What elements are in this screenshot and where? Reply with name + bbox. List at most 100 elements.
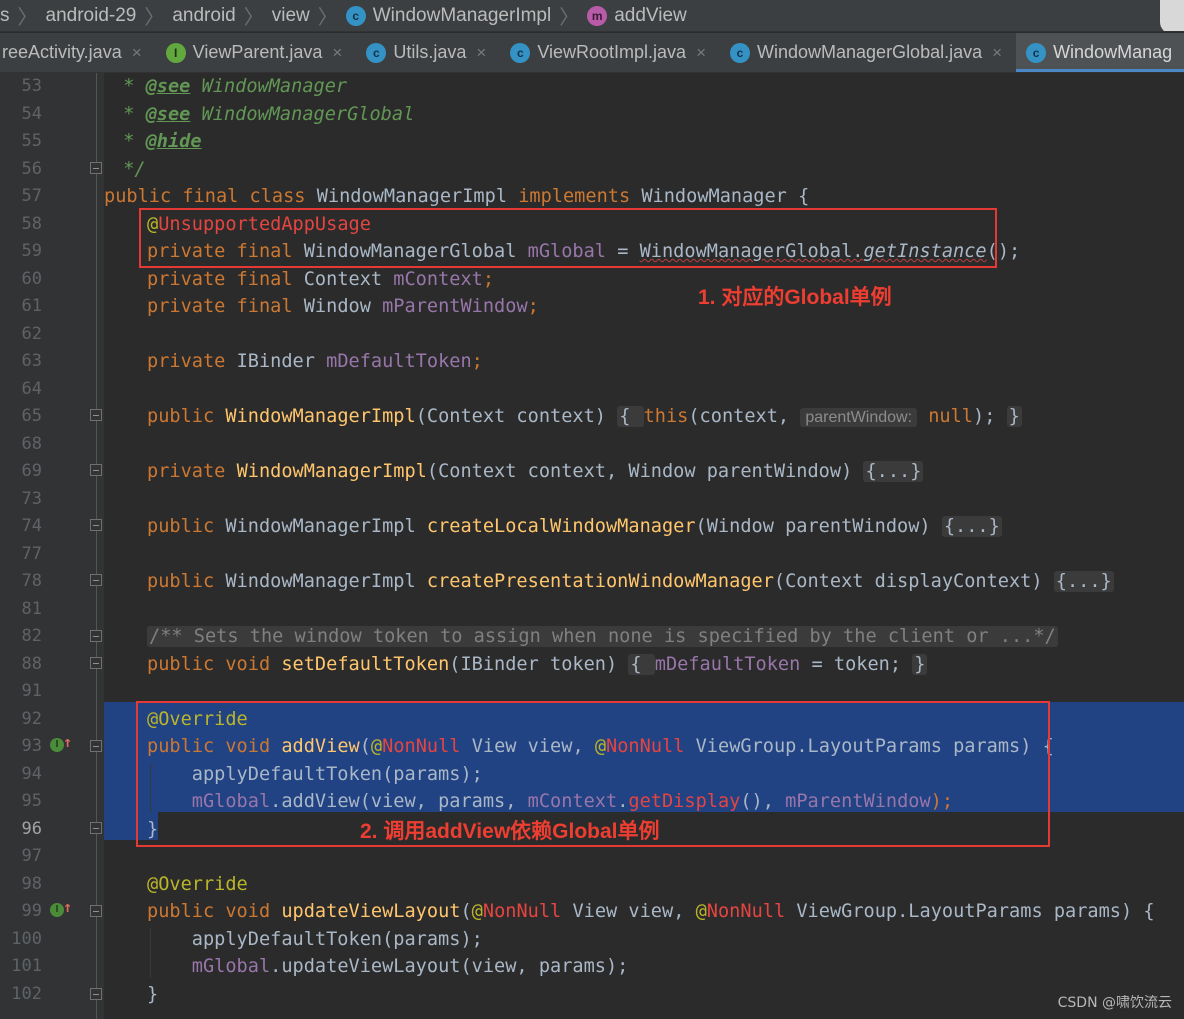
line-number: 92	[21, 708, 42, 729]
close-icon[interactable]: ×	[992, 43, 1002, 63]
code-line-78: public WindowManagerImpl createPresentat…	[147, 571, 1114, 592]
line-number: 68	[21, 433, 42, 454]
fold-marker[interactable]	[90, 657, 102, 669]
line-number: 65	[21, 406, 42, 426]
tab-utils[interactable]: c Utils.java ×	[356, 33, 500, 72]
line-number: 82	[21, 626, 42, 646]
folded-region[interactable]: {...}	[941, 516, 1002, 537]
code-line-99: public void updateViewLayout(@NonNull Vi…	[147, 901, 1155, 922]
breadcrumb-item-class[interactable]: c WindowManagerImpl	[341, 5, 556, 27]
line-number: 88	[21, 653, 42, 674]
close-icon[interactable]: ×	[696, 43, 706, 63]
line-number: 73	[21, 488, 42, 509]
annotation-label-1: 1. 对应的Global单例	[698, 286, 892, 309]
breadcrumb-class-label: WindowManagerImpl	[372, 4, 552, 26]
breadcrumb-item-method[interactable]: m addView	[582, 5, 692, 27]
breadcrumb-item-android[interactable]: android	[167, 5, 240, 27]
line-number: 93	[21, 736, 42, 756]
code-line-56: */	[112, 158, 146, 180]
line-number: 58	[21, 213, 42, 234]
code-line-102: }	[147, 983, 159, 1005]
override-gutter-icon[interactable]: I ↑	[50, 898, 72, 919]
folded-comment[interactable]: /** Sets the window token to assign when…	[147, 626, 1058, 647]
folded-region[interactable]: {...}	[863, 461, 924, 482]
annotation-label-2: 2. 调用addView依赖Global单例	[360, 820, 660, 843]
interface-icon: I	[165, 42, 186, 63]
code-line-60: private final Context mContext;	[147, 268, 495, 290]
class-icon: c	[1026, 42, 1047, 63]
code-line-55: * @hide	[112, 131, 202, 152]
window-corner-decoration	[1160, 0, 1184, 31]
fold-marker[interactable]	[90, 519, 102, 531]
override-gutter-icon[interactable]: I ↑	[50, 733, 72, 754]
line-number: 91	[21, 681, 42, 701]
code-line-61: private final Window mParentWindow;	[147, 296, 539, 317]
close-icon[interactable]: ×	[332, 43, 342, 63]
fold-marker[interactable]	[90, 822, 102, 834]
fold-marker[interactable]	[90, 409, 102, 421]
line-number: 62	[21, 323, 42, 344]
close-icon[interactable]: ×	[476, 43, 486, 63]
line-number: 56	[21, 158, 42, 179]
line-number: 69	[21, 461, 42, 481]
line-number: 101	[11, 956, 42, 976]
breadcrumb-lead[interactable]: s	[0, 5, 15, 27]
class-icon: c	[730, 42, 750, 63]
chevron-right-icon: 〉	[243, 7, 264, 29]
method-icon: m	[587, 5, 608, 26]
line-number: 74	[21, 516, 42, 536]
chevron-right-icon: 〉	[17, 7, 38, 29]
class-icon: c	[345, 5, 366, 26]
line-number: 100	[11, 928, 42, 949]
line-number: 57	[21, 186, 42, 206]
line-number: 96	[21, 818, 42, 839]
tab-viewparent[interactable]: I ViewParent.java ×	[156, 33, 357, 72]
code-editor[interactable]: 53 54 55 56 57 58 59 60 61 62 63 64 65 68 69 73 74 77 78 81…	[0, 73, 1184, 1019]
line-number: 97	[21, 846, 42, 866]
line-number: 99	[21, 901, 42, 921]
breadcrumb-item-android-29[interactable]: android-29	[41, 5, 142, 27]
code-line-69: private WindowManagerImpl(Context contex…	[147, 461, 924, 482]
tab-windowmanagerglobal[interactable]: c WindowManagerGlobal.java ×	[720, 33, 1016, 72]
gutter-separator	[96, 73, 97, 1019]
tab-label: WindowManag	[1053, 42, 1173, 62]
line-number: 53	[21, 76, 42, 96]
breadcrumb-method-label: addView	[614, 4, 687, 26]
fold-marker[interactable]	[90, 162, 102, 174]
editor-tab-bar: reeActivity.java × I ViewParent.java × c…	[0, 33, 1184, 73]
code-line-100: applyDefaultToken(params);	[147, 928, 483, 950]
tab-label: ViewParent.java	[192, 42, 323, 62]
fold-marker[interactable]	[90, 988, 102, 1000]
fold-marker[interactable]	[90, 464, 102, 476]
folded-region[interactable]: {...}	[1053, 571, 1114, 592]
tab-label: reeActivity.java	[2, 42, 122, 62]
code-line-88: public void setDefaultToken(IBinder toke…	[147, 653, 928, 675]
line-number: 81	[21, 598, 42, 619]
fold-marker[interactable]	[90, 905, 102, 917]
line-number: 98	[21, 873, 42, 894]
line-number: 102	[11, 983, 42, 1004]
fold-marker[interactable]	[90, 574, 102, 586]
line-number: 94	[21, 763, 42, 784]
line-number: 77	[21, 543, 42, 564]
line-number: 95	[21, 791, 42, 811]
close-icon[interactable]: ×	[132, 43, 142, 63]
tab-reeactivity[interactable]: reeActivity.java ×	[0, 33, 156, 72]
code-line-101: mGlobal.updateViewLayout(view, params);	[191, 956, 629, 977]
code-line-65: public WindowManagerImpl(Context context…	[147, 406, 1022, 427]
line-number: 54	[21, 103, 42, 124]
breadcrumb-item-view[interactable]: view	[267, 5, 315, 27]
code-line-82: /** Sets the window token to assign when…	[147, 623, 1184, 651]
tab-label: Utils.java	[393, 42, 467, 62]
code-line-74: public WindowManagerImpl createLocalWind…	[147, 516, 1002, 537]
chevron-right-icon: 〉	[144, 7, 165, 29]
code-line-54: * @see WindowManagerGlobal	[112, 103, 415, 125]
fold-marker[interactable]	[90, 630, 102, 642]
line-number: 64	[21, 378, 42, 399]
class-icon: c	[510, 42, 531, 63]
tab-windowmanagerimpl[interactable]: c WindowManag	[1016, 33, 1184, 72]
watermark: CSDN @啸饮流云	[1057, 995, 1172, 1011]
tab-label: ViewRootImpl.java	[537, 42, 687, 62]
fold-marker[interactable]	[90, 740, 102, 752]
tab-viewrootimpl[interactable]: c ViewRootImpl.java ×	[500, 33, 720, 72]
